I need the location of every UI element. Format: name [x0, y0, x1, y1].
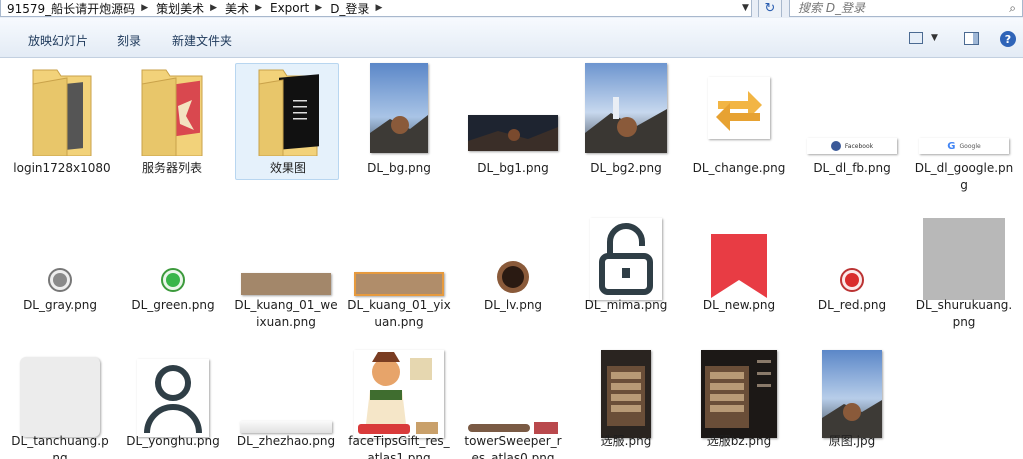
swap-arrows-icon — [687, 60, 791, 156]
address-bar-row: 91579_船长请开炮源码 ▶ 策划美术 ▶ 美术 ▶ Export ▶ D_登… — [0, 0, 1023, 19]
folder-icon — [10, 60, 114, 156]
folder-icon — [120, 60, 224, 156]
new-folder-button[interactable]: 新建文件夹 — [172, 32, 232, 49]
server-select-screen — [574, 343, 678, 439]
file-name: 选服bz.png — [706, 434, 772, 448]
chevron-right-icon[interactable]: ▶ — [373, 3, 384, 13]
image-thumbnail — [347, 60, 451, 156]
breadcrumb-item[interactable]: Export — [264, 1, 313, 15]
chevron-down-icon: ▼ — [931, 33, 938, 43]
frame-bar-selected — [347, 206, 451, 302]
chevron-right-icon[interactable]: ▶ — [208, 3, 219, 13]
help-icon[interactable]: ? — [1000, 31, 1016, 47]
file-name: DL_new.png — [702, 298, 776, 312]
facebook-button: Facebook — [800, 60, 904, 156]
file-name: 选服.png — [600, 434, 652, 448]
unlock-icon — [574, 206, 678, 302]
file-name: DL_kuang_01_yixuan.png — [347, 298, 451, 329]
file-name: towerSweeper_res_atlas0.png — [464, 434, 562, 459]
mask-bar — [234, 343, 338, 439]
file-name: DL_yonghu.png — [126, 434, 220, 448]
slideshow-button[interactable]: 放映幻灯片 — [28, 32, 88, 49]
file-name: DL_bg2.png — [590, 161, 662, 175]
image-thumbnail — [461, 60, 565, 156]
light-square — [8, 343, 112, 439]
folder-icon — [236, 60, 340, 156]
facebook-icon — [830, 141, 841, 151]
file-name: DL_change.png — [692, 161, 786, 175]
file-grid: login1728x1080 服务器列表 效果图 DL_bg.png DL_bg… — [0, 58, 1023, 459]
google-button: G Google — [912, 60, 1016, 156]
preview-pane-icon[interactable] — [964, 32, 979, 45]
file-name: DL_tanchuang.png — [11, 434, 109, 459]
red-ribbon-icon — [687, 206, 791, 302]
file-name: DL_dl_google.png — [914, 161, 1014, 192]
search-box[interactable]: ⌕ — [789, 0, 1023, 17]
brown-ring-icon — [461, 206, 565, 302]
breadcrumb-item[interactable]: 策划美术 — [150, 0, 208, 16]
gray-square — [912, 206, 1016, 302]
red-dot-icon — [800, 206, 904, 302]
breadcrumb-item[interactable]: 美术 — [219, 0, 253, 16]
file-name: DL_mima.png — [584, 298, 668, 312]
breadcrumb-item[interactable]: 91579_船长请开炮源码 — [1, 0, 139, 16]
file-name: faceTipsGift_res_atlas1.png — [348, 434, 450, 459]
toolbar: 放映幻灯片 刻录 新建文件夹 ▼ ? — [0, 18, 1023, 58]
server-select-screen — [687, 343, 791, 439]
chevron-down-icon[interactable]: ▼ — [742, 3, 749, 13]
burn-button[interactable]: 刻录 — [117, 32, 141, 49]
google-button-text: Google — [959, 142, 981, 150]
file-name: login1728x1080 — [13, 161, 111, 175]
breadcrumb-item[interactable]: D_登录 — [324, 0, 373, 16]
search-input[interactable] — [790, 1, 998, 15]
image-thumbnail — [574, 60, 678, 156]
chevron-right-icon[interactable]: ▶ — [253, 3, 264, 13]
view-icon — [909, 32, 923, 44]
view-options-button[interactable]: ▼ — [909, 32, 938, 44]
chevron-right-icon[interactable]: ▶ — [313, 3, 324, 13]
file-name: 效果图 — [269, 161, 306, 175]
file-name: 原图.jpg — [828, 434, 876, 448]
gray-dot-icon — [8, 206, 112, 302]
refresh-button[interactable]: ↻ — [758, 0, 782, 17]
file-name: DL_shurukuang.png — [915, 298, 1013, 329]
frame-bar — [234, 206, 338, 302]
breadcrumb[interactable]: 91579_船长请开炮源码 ▶ 策划美术 ▶ 美术 ▶ Export ▶ D_登… — [0, 0, 752, 17]
refresh-icon: ↻ — [764, 1, 776, 16]
file-name: DL_bg.png — [367, 161, 431, 175]
file-name: DL_bg1.png — [477, 161, 549, 175]
google-icon: G — [947, 140, 956, 152]
bar-atlas — [461, 343, 565, 439]
file-name: 服务器列表 — [141, 161, 202, 175]
green-dot-icon — [121, 206, 225, 302]
image-thumbnail — [800, 343, 904, 439]
chevron-right-icon[interactable]: ▶ — [139, 3, 150, 13]
file-name: DL_green.png — [131, 298, 215, 312]
file-name: DL_lv.png — [483, 298, 543, 312]
user-icon — [121, 343, 225, 439]
character-atlas — [347, 343, 451, 439]
file-name: DL_zhezhao.png — [236, 434, 336, 448]
facebook-button-text: Facebook — [844, 142, 874, 150]
file-name: DL_red.png — [817, 298, 887, 312]
file-name: DL_gray.png — [23, 298, 97, 312]
search-icon[interactable]: ⌕ — [1009, 1, 1016, 16]
file-name: DL_dl_fb.png — [813, 161, 891, 175]
file-name: DL_kuang_01_weixuan.png — [234, 298, 338, 329]
